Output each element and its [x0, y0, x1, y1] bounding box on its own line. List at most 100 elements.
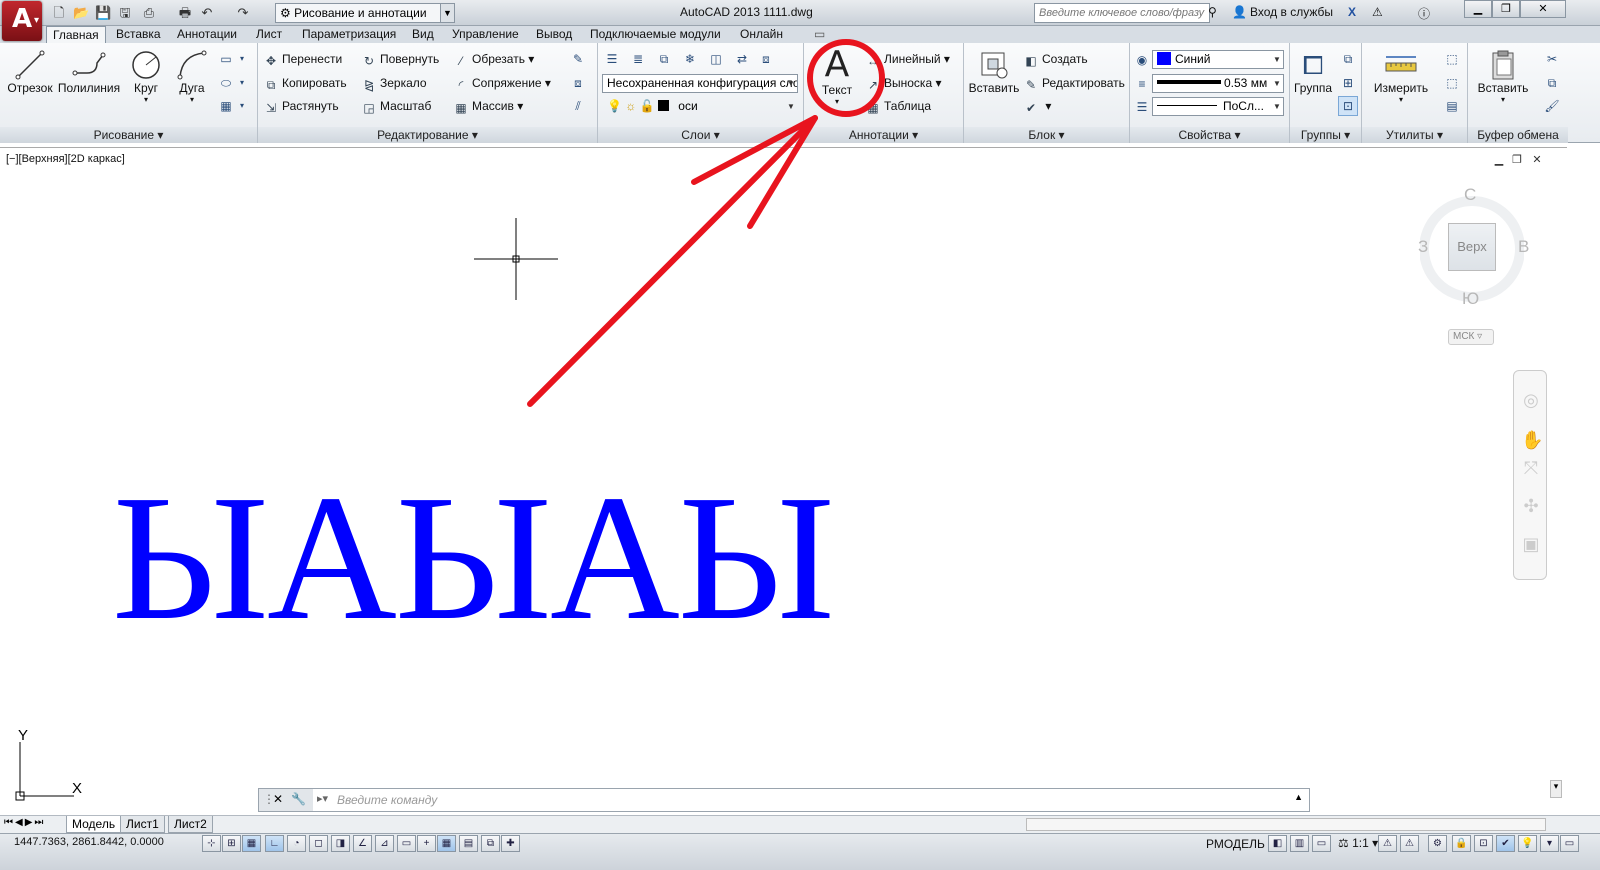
utilities-panel-title[interactable]: Утилиты ▾ [1362, 127, 1467, 143]
hatch-icon[interactable]: ▦ [216, 96, 236, 116]
hardware-acceleration-icon[interactable]: ⊡ [1474, 835, 1493, 852]
transparency-icon[interactable]: ▦ [437, 835, 456, 852]
save-as-icon[interactable]: 🖫 [116, 4, 134, 21]
paste-button[interactable]: Вставить ▾ [1468, 49, 1538, 104]
orbit-icon[interactable]: ✣ [1521, 495, 1541, 517]
snap-mode-icon[interactable]: ⊞ [222, 835, 241, 852]
scale-button[interactable]: ◲ Масштаб [362, 97, 431, 115]
tab-online[interactable]: Онлайн [734, 26, 789, 43]
annotation-panel-title[interactable]: Аннотации ▾ [804, 127, 963, 143]
quick-select-icon[interactable]: ⬚ [1442, 49, 1462, 69]
lock-icon[interactable]: 🔒 [1452, 835, 1471, 852]
create-block-button[interactable]: ◧ Создать [1024, 50, 1087, 68]
linetype-dropdown[interactable]: ПоСл... ▼ [1152, 97, 1284, 116]
command-input[interactable]: Введите команду [337, 789, 1237, 811]
block-attributes-button[interactable]: ✔ ▾ [1024, 97, 1051, 115]
tab-insert[interactable]: Вставка [110, 26, 167, 43]
erase-icon[interactable]: ✎ [568, 49, 588, 69]
viewcube-south[interactable]: Ю [1462, 289, 1479, 309]
layer-properties-icon[interactable]: ☰ [602, 49, 622, 69]
viewcube-north[interactable]: С [1464, 185, 1476, 205]
maximize-viewport-icon[interactable]: ▭ [1312, 835, 1331, 852]
dynamic-input-icon[interactable]: ▭ [397, 835, 416, 852]
layout-view-icon[interactable]: ▥ [1290, 835, 1309, 852]
tab-home[interactable]: Главная [46, 26, 106, 43]
model-view-icon[interactable]: ◧ [1268, 835, 1287, 852]
group-edit-icon[interactable]: ⊞ [1338, 73, 1358, 93]
rotate-button[interactable]: ↻ Повернуть [362, 50, 439, 68]
match-color-icon[interactable]: ◉ [1132, 50, 1152, 70]
wrench-icon[interactable]: 🔧 [291, 792, 306, 806]
offset-icon[interactable]: ⫽ [568, 96, 588, 116]
ortho-mode-icon[interactable]: ∟ [265, 835, 284, 852]
tab-layout2[interactable]: Лист2 [168, 816, 213, 833]
workspace-switch-icon[interactable]: ⚙ [1428, 835, 1447, 852]
maximize-button[interactable]: ❐ [1492, 0, 1520, 18]
copy-button[interactable]: ⧉ Копировать [264, 74, 347, 92]
minimize-button[interactable]: ▁ [1464, 0, 1492, 18]
tab-model[interactable]: Модель [66, 816, 122, 833]
save-icon[interactable]: 💾 [94, 4, 112, 21]
annotation-monitor-icon[interactable]: ✚ [501, 835, 520, 852]
layers-panel-title[interactable]: Слои ▾ [598, 127, 803, 143]
tab-view[interactable]: Вид [406, 26, 440, 43]
open-folder-icon[interactable]: 📂 [72, 4, 90, 21]
match-properties-icon[interactable]: 🖌 [1542, 96, 1562, 116]
insert-block-button[interactable]: Вставить [966, 49, 1022, 95]
coordinate-readout[interactable]: 1447.7363, 2861.8442, 0.0000 [14, 836, 164, 848]
tab-more-icon[interactable]: ▭ [808, 26, 831, 43]
groups-panel-title[interactable]: Группы ▾ [1290, 127, 1361, 143]
layer-state-dropdown[interactable]: Несохраненная конфигурация сло ▼ [602, 74, 798, 93]
search-input[interactable]: Введите ключевое слово/фразу [1034, 3, 1210, 23]
copy-clip-icon[interactable]: ⧉ [1542, 73, 1562, 93]
dynamic-ucs-icon[interactable]: ⊿ [375, 835, 394, 852]
tab-plugins[interactable]: Подключаемые модули [584, 26, 727, 43]
drawing-text-object[interactable]: ЫАЫАЫ [112, 468, 835, 648]
ungroup-icon[interactable]: ⧉ [1338, 49, 1358, 69]
grid-display-icon[interactable]: ▦ [242, 835, 261, 852]
group-button[interactable]: ⧠ Группа [1290, 49, 1336, 95]
tab-annotate[interactable]: Аннотации [171, 26, 243, 43]
viewport-restore-icon[interactable]: ❐ [1508, 152, 1526, 169]
viewport-minimize-icon[interactable]: ▁ [1490, 152, 1508, 169]
group-select-icon[interactable]: ⊡ [1338, 96, 1358, 116]
trim-button[interactable]: ⁄ Обрезать ▾ [454, 50, 534, 68]
move-button[interactable]: ✥ Перенести [264, 50, 342, 68]
help-icon[interactable]: ⓘ [1418, 5, 1430, 22]
chevron-up-icon[interactable]: ▲ [1294, 792, 1303, 802]
scroll-down-icon[interactable]: ▾ [1550, 780, 1562, 798]
line-button[interactable]: Отрезок [6, 49, 54, 95]
new-file-icon[interactable]: 🗋 [50, 4, 68, 21]
workspace-dropdown[interactable]: ⚙ Рисование и аннотации ▼ [275, 3, 455, 23]
showmotion-icon[interactable]: ▣ [1521, 533, 1541, 555]
lineweight-toggle-icon[interactable]: + [417, 835, 436, 852]
lineweight-dropdown[interactable]: 0.53 мм ▼ [1152, 74, 1284, 93]
viewport-close-icon[interactable]: ✕ [1528, 152, 1546, 169]
lightbulb-icon[interactable]: 💡 [1518, 835, 1537, 852]
model-space-toggle[interactable]: РМОДЕЛЬ [1206, 837, 1265, 851]
fillet-button[interactable]: ◜ Сопряжение ▾ [454, 74, 551, 92]
viewport-controls-label[interactable]: [−][Верхняя][2D каркас] [6, 153, 125, 165]
viewcube-west[interactable]: З [1418, 237, 1428, 257]
tab-layout[interactable]: Лист [250, 26, 288, 43]
edit-block-button[interactable]: ✎ Редактировать [1024, 74, 1125, 92]
pan-hand-icon[interactable]: ✋ [1521, 429, 1543, 451]
layer-isolate-icon[interactable]: ⧉ [654, 49, 674, 69]
layer-states-icon[interactable]: ≣ [628, 49, 648, 69]
annotation-visibility-icon[interactable]: ⚠ [1378, 835, 1397, 852]
tab-layout1[interactable]: Лист1 [120, 816, 165, 833]
block-panel-title[interactable]: Блок ▾ [964, 127, 1129, 143]
color-dropdown[interactable]: Синий ▼ [1152, 50, 1284, 69]
explode-icon[interactable]: ⧈ [568, 73, 588, 93]
stretch-button[interactable]: ⇲ Растянуть [264, 97, 339, 115]
cut-icon[interactable]: ✂ [1542, 49, 1562, 69]
text-button[interactable]: A Текст ▾ [812, 47, 862, 107]
rectangle-icon[interactable]: ▭ [216, 49, 236, 69]
zoom-icon[interactable]: ⤧ [1521, 457, 1541, 479]
ellipse-icon[interactable]: ⬭ [216, 73, 236, 93]
tab-output[interactable]: Вывод [530, 26, 578, 43]
calculator-icon[interactable]: ▤ [1442, 96, 1462, 116]
chevron-down-icon[interactable]: ▾ [236, 96, 248, 116]
plot-icon[interactable]: ⎙ [140, 4, 158, 21]
viewcube-east[interactable]: В [1518, 237, 1529, 257]
